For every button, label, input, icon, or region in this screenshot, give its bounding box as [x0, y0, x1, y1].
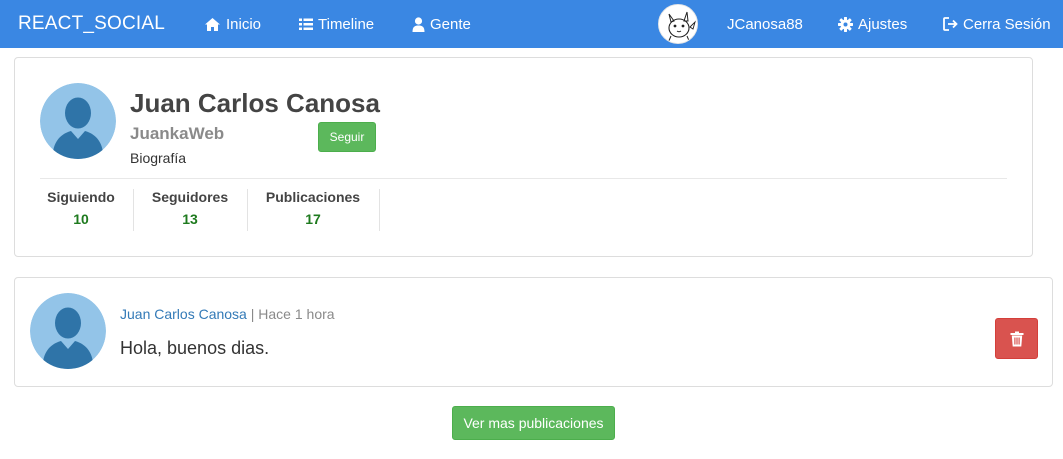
- publication-time: Hace 1 hora: [258, 306, 335, 322]
- publication-meta: Juan Carlos Canosa | Hace 1 hora: [120, 306, 335, 322]
- nav-item-inicio[interactable]: Inicio: [204, 15, 261, 33]
- profile-nick: JuankaWeb: [130, 124, 225, 143]
- stat-value: 13: [182, 211, 198, 227]
- profile-bio: Biografía: [130, 150, 187, 166]
- divider: [40, 178, 1007, 179]
- stat-publicaciones[interactable]: Publicaciones 17: [261, 189, 365, 231]
- nav-item-label: Gente: [430, 15, 471, 33]
- follow-button[interactable]: Seguir: [318, 122, 376, 152]
- load-more-button[interactable]: Ver mas publicaciones: [452, 406, 615, 440]
- home-icon: [205, 17, 220, 31]
- nav-item-logout[interactable]: Cerra Sesión: [943, 15, 1051, 33]
- trash-icon: [1010, 331, 1023, 346]
- nav-item-label: Ajustes: [858, 15, 908, 33]
- nav-item-gente[interactable]: Gente: [412, 15, 471, 33]
- profile-card: Juan Carlos Canosa JuankaWeb Biografía S…: [14, 57, 1033, 257]
- top-navbar: REACT_SOCIAL Inicio Timeline Gente JCano…: [0, 0, 1063, 48]
- username-label: JCanosa88: [727, 15, 803, 33]
- sign-out-icon: [943, 17, 958, 31]
- nav-item-label: Cerra Sesión: [963, 15, 1051, 33]
- user-icon: [412, 16, 425, 32]
- gear-icon: [838, 16, 853, 32]
- stat-seguidores[interactable]: Seguidores 13: [145, 189, 235, 231]
- stat-siguiendo[interactable]: Siguiendo 10: [41, 189, 121, 231]
- brand-logo[interactable]: REACT_SOCIAL: [18, 13, 165, 35]
- nav-item-label: Inicio: [226, 15, 262, 33]
- stat-label: Seguidores: [151, 189, 229, 205]
- nav-item-label: Timeline: [318, 15, 375, 33]
- stat-separator: [133, 189, 134, 231]
- publication-card: Juan Carlos Canosa | Hace 1 hora Hola, b…: [14, 277, 1053, 387]
- stat-label: Siguiendo: [47, 189, 115, 205]
- publication-author-link[interactable]: Juan Carlos Canosa: [120, 306, 247, 322]
- publication-text: Hola, buenos dias.: [120, 338, 270, 358]
- publication-avatar[interactable]: [30, 293, 106, 369]
- stat-separator: [247, 189, 248, 231]
- list-icon: [299, 18, 313, 30]
- meta-separator: |: [246, 306, 259, 322]
- profile-avatar: [40, 83, 116, 159]
- nav-item-timeline[interactable]: Timeline: [299, 15, 374, 33]
- stat-separator: [379, 189, 380, 231]
- user-avatar[interactable]: [658, 4, 698, 44]
- nav-item-ajustes[interactable]: Ajustes: [838, 15, 907, 33]
- pikachu-avatar-icon: [659, 5, 697, 43]
- stat-value: 10: [73, 211, 89, 227]
- stat-value: 17: [305, 211, 321, 227]
- stat-label: Publicaciones: [265, 189, 361, 205]
- nav-username[interactable]: JCanosa88: [727, 15, 803, 33]
- default-user-avatar-icon: [30, 293, 106, 369]
- delete-publication-button[interactable]: [995, 318, 1038, 359]
- default-user-avatar-icon: [40, 83, 116, 159]
- profile-name: Juan Carlos Canosa: [130, 88, 380, 118]
